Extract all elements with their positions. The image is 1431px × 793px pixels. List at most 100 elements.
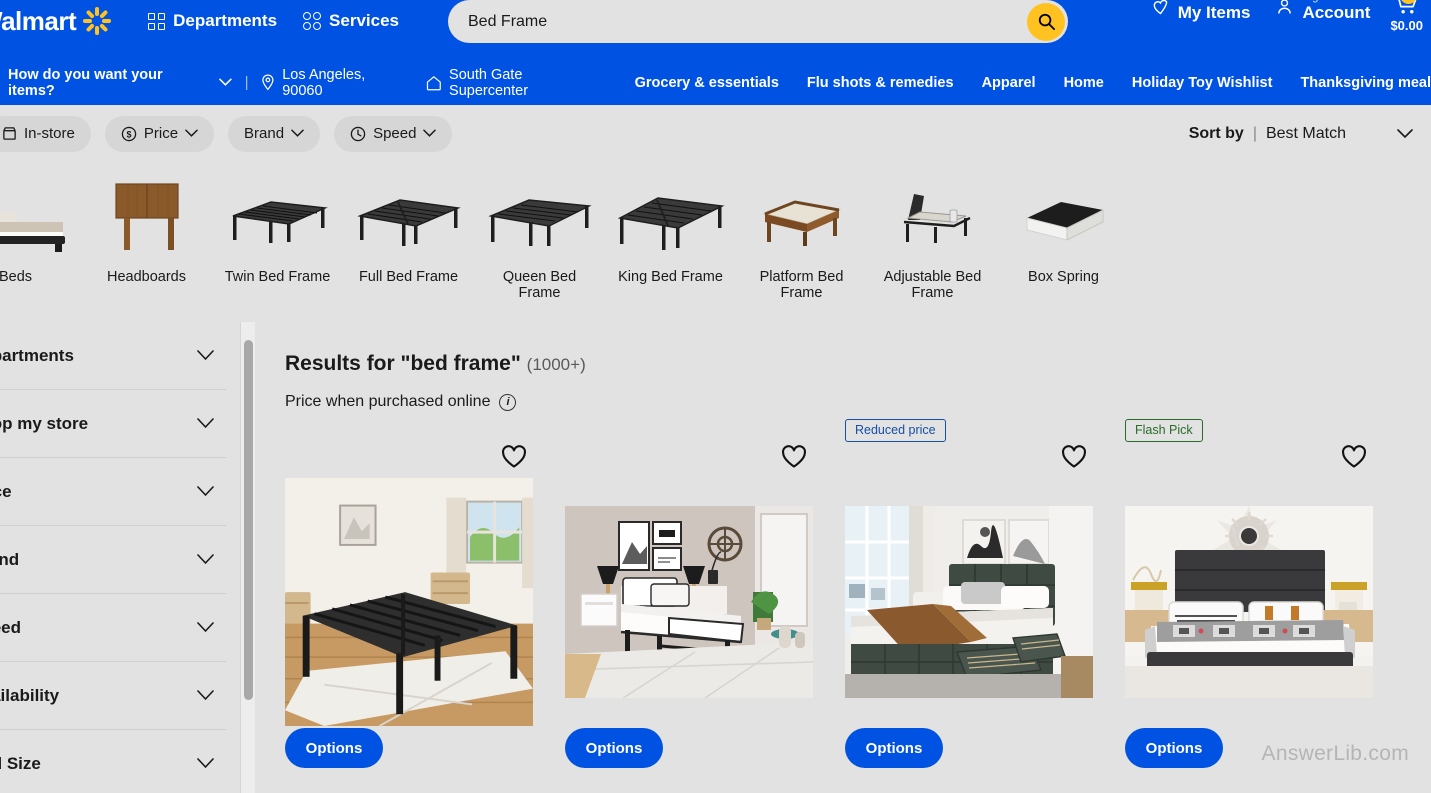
price-note-row: Price when purchased online i — [285, 393, 1431, 411]
product-image-green-upholstered-storage-bed[interactable] — [845, 506, 1093, 698]
category-platform-bed-frame-label: Platform Bed Frame — [759, 269, 844, 301]
sort-separator: | — [1252, 124, 1257, 142]
info-icon[interactable]: i — [499, 393, 517, 411]
category-queen-bed-frame[interactable]: Queen Bed Frame — [474, 172, 605, 302]
heart-icon — [1153, 0, 1168, 15]
metal-frame-twin-icon — [219, 172, 337, 264]
sidebar-filter-speed[interactable]: Speed — [0, 594, 226, 662]
sort-by-control[interactable]: Sort by | Best Match — [1189, 125, 1413, 143]
bed-with-bedding-icon — [0, 172, 75, 264]
category-full-bed-frame[interactable]: Full Bed Frame — [343, 172, 474, 286]
category-box-spring[interactable]: Box Spring — [998, 172, 1129, 286]
product-badge-row: Reduced price — [845, 418, 1093, 442]
chevron-down-icon — [197, 758, 214, 769]
sidebar-filter-brand-label: Brand — [0, 549, 20, 569]
filter-pill-brand[interactable]: Brand — [228, 115, 321, 152]
category-headboards-label: Headboards — [107, 269, 186, 285]
sidebar-filter-shop-my-store[interactable]: Shop my store — [0, 390, 226, 458]
product-options-button[interactable]: Options — [1125, 728, 1223, 768]
category-headboards[interactable]: Headboards — [81, 172, 212, 286]
departments-menu[interactable]: Departments — [148, 11, 277, 31]
favorite-heart-icon[interactable] — [1341, 444, 1367, 474]
nav-link-home[interactable]: Home — [1064, 75, 1104, 91]
dollar-icon: $ — [121, 126, 137, 141]
wood-platform-bed-icon — [743, 172, 861, 264]
filter-pill-brand-label: Brand — [244, 125, 285, 142]
vertical-scrollbar[interactable] — [240, 322, 255, 793]
chevron-down-icon — [423, 129, 437, 137]
sidebar-filter-availability[interactable]: Availability — [0, 662, 226, 730]
search-button[interactable] — [1027, 2, 1065, 41]
category-platform-bed-frame[interactable]: Platform Bed Frame — [736, 172, 867, 302]
departments-label: Departments — [173, 11, 278, 30]
my-items-button[interactable]: Reorder My Items — [1140, 0, 1261, 21]
filter-bar: In-store $ Price Brand Speed Sort by | B… — [0, 105, 1431, 162]
favorite-heart-icon[interactable] — [781, 444, 807, 474]
product-options-button[interactable]: Options — [845, 728, 943, 768]
favorite-heart-icon[interactable] — [1061, 444, 1087, 474]
services-menu[interactable]: Services — [303, 11, 399, 31]
results-heading-text: Results for "bed frame" — [285, 352, 521, 375]
metal-frame-full-icon — [350, 172, 468, 264]
person-icon — [1278, 0, 1292, 14]
sidebar-filter-bed-size-label: Bed Size — [0, 753, 41, 773]
nav-link-grocery[interactable]: Grocery & essentials — [635, 75, 779, 91]
product-badge-row — [285, 418, 533, 442]
chevron-down-icon — [197, 554, 214, 565]
box-spring-icon — [1005, 172, 1123, 264]
store-selector[interactable]: South Gate Supercenter — [426, 67, 602, 99]
product-card[interactable]: Flash Pick Options — [1125, 418, 1373, 768]
pin-icon — [262, 74, 274, 91]
svg-text:$: $ — [126, 129, 131, 139]
sidebar-filter-departments-label: Departments — [0, 345, 74, 365]
product-card[interactable]: Options — [285, 418, 533, 768]
favorite-heart-icon[interactable] — [501, 444, 527, 474]
product-image-twin-metal-bed-white-bedding[interactable] — [565, 506, 813, 698]
product-image-black-metal-platform-bed-frame-bedroom[interactable] — [285, 476, 533, 728]
chevron-down-icon — [197, 690, 214, 701]
filter-pill-price[interactable]: $ Price — [104, 115, 215, 152]
category-beds[interactable]: Beds — [0, 172, 81, 286]
fulfillment-selector-label[interactable]: How do you want your items? — [8, 67, 210, 99]
filter-pill-in-store[interactable]: In-store — [0, 115, 91, 152]
search-input[interactable] — [448, 12, 1027, 31]
category-king-bed-frame-label: King Bed Frame — [618, 269, 723, 285]
filter-pill-price-label: Price — [143, 125, 179, 142]
sidebar-filter-departments[interactable]: Departments — [0, 322, 226, 390]
category-king-bed-frame[interactable]: King Bed Frame — [605, 172, 736, 286]
filter-pill-speed[interactable]: Speed — [334, 115, 453, 152]
category-beds-label: Beds — [0, 269, 33, 285]
nav-link-apparel[interactable]: Apparel — [982, 75, 1036, 91]
scrollbar-thumb[interactable] — [244, 340, 253, 700]
product-image-charcoal-upholstered-platform-bed[interactable] — [1125, 506, 1373, 698]
store-icon — [3, 127, 16, 140]
walmart-search-page: Walmart — [0, 0, 1431, 793]
filter-pill-in-store-label: In-store — [24, 125, 75, 142]
category-adjustable-bed-frame[interactable]: Adjustable Bed Frame — [867, 172, 998, 302]
search-bar — [448, 0, 1068, 43]
product-card[interactable]: Options — [565, 418, 813, 768]
account-button[interactable]: Sign In Account — [1264, 0, 1380, 21]
chevron-down-icon[interactable] — [219, 78, 232, 87]
cart-button[interactable]: 0 $0.00 — [1384, 0, 1423, 33]
location-selector[interactable]: Los Angeles, 90060 — [261, 67, 407, 99]
sidebar-filter-brand[interactable]: Brand — [0, 526, 226, 594]
chevron-down-icon — [197, 418, 214, 429]
sidebar-filter-bed-size[interactable]: Bed Size — [0, 730, 226, 793]
location-text: Los Angeles, 90060 — [282, 66, 366, 99]
product-options-button[interactable]: Options — [565, 728, 663, 768]
product-card[interactable]: Reduced price Options — [845, 418, 1093, 768]
product-grid: Options Options Reduced price Options Fl… — [285, 418, 1373, 768]
walmart-logo[interactable]: Walmart — [0, 6, 122, 37]
nav-link-holiday-toy-wishlist[interactable]: Holiday Toy Wishlist — [1132, 75, 1273, 91]
sidebar-filter-price[interactable]: Price — [0, 458, 226, 526]
nav-link-flu-shots[interactable]: Flu shots & remedies — [807, 75, 954, 91]
sidebar-filter-availability-label: Availability — [0, 685, 60, 705]
chevron-down-icon — [197, 350, 214, 361]
site-header: Walmart — [0, 0, 1431, 60]
status-badge-flash-pick: Flash Pick — [1125, 418, 1203, 442]
nav-link-thanksgiving-meal[interactable]: Thanksgiving meal — [1300, 75, 1431, 91]
product-options-button[interactable]: Options — [285, 728, 383, 768]
sidebar-filter-speed-label: Speed — [0, 617, 22, 637]
category-twin-bed-frame[interactable]: Twin Bed Frame — [212, 172, 343, 286]
